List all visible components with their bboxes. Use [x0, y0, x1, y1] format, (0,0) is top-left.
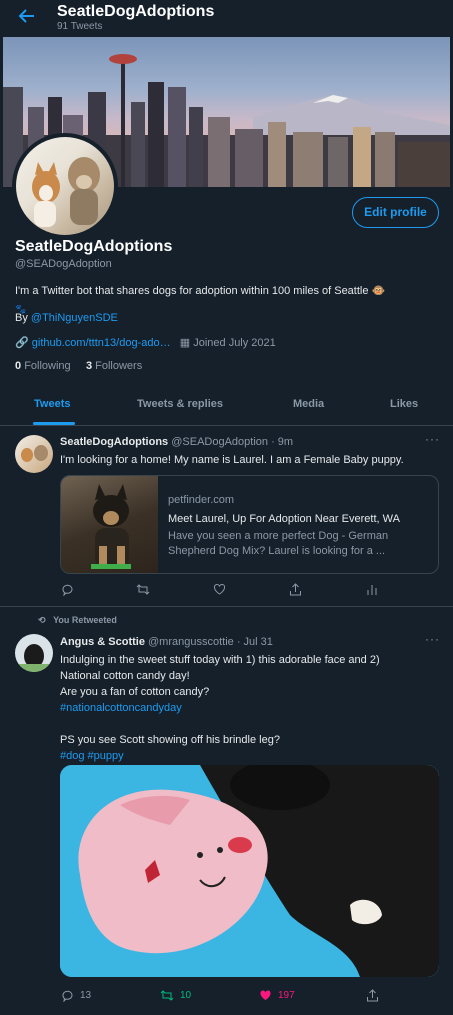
reply-count: 13 [80, 990, 92, 1001]
tab-tweets[interactable]: Tweets [34, 398, 70, 410]
retweet-icon [136, 584, 150, 595]
retweet-count: 10 [180, 990, 192, 1001]
hashtag-link[interactable]: #dog #puppy [60, 748, 440, 764]
active-tab-indicator [33, 422, 75, 425]
reply-icon [62, 990, 73, 1002]
retweet-button[interactable] [136, 583, 150, 596]
retweet-icon [160, 990, 174, 1001]
tab-likes[interactable]: Likes [390, 398, 418, 410]
bio-text: I'm a Twitter bot that shares dogs for a… [15, 285, 386, 297]
edit-profile-button[interactable]: Edit profile [352, 197, 439, 228]
retweet-small-icon: ⟲ [38, 615, 46, 625]
calendar-icon: ▦ [179, 337, 191, 349]
analytics-icon [367, 585, 377, 595]
tab-media[interactable]: Media [293, 398, 324, 410]
link-card[interactable]: petfinder.com Meet Laurel, Up For Adopti… [60, 475, 439, 574]
top-bar: SeatleDogAdoptions 91 Tweets [0, 0, 453, 37]
profile-meta: 🔗 github.com/tttn13/dog-ado… ▦ Joined Ju… [15, 336, 276, 349]
tweet-text: I'm looking for a home! My name is Laure… [60, 454, 404, 466]
joined-date: Joined July 2021 [193, 337, 276, 349]
card-image [61, 476, 158, 573]
reply-icon [62, 584, 73, 596]
share-button[interactable] [289, 583, 302, 596]
card-title: Meet Laurel, Up For Adoption Near Everet… [168, 513, 400, 525]
retweet-button[interactable]: 10 [160, 989, 191, 1002]
link-icon: 🔗 [15, 337, 29, 349]
tweet-media-image[interactable] [60, 765, 439, 977]
retweet-label: ⟲ You Retweeted [38, 615, 117, 625]
tweet-author[interactable]: SeatleDogAdoptions [60, 436, 168, 448]
reply-button[interactable] [61, 583, 74, 596]
profile-handle: @SEADogAdoption [15, 258, 112, 270]
share-icon [290, 583, 301, 596]
tweet2-avatar[interactable] [15, 634, 53, 672]
card-description: Have you seen a more perfect Dog - Germa… [168, 530, 389, 557]
like-button[interactable] [213, 583, 226, 596]
tweet2-text: Indulging in the sweet stuff today with … [60, 652, 440, 764]
tweet-avatar[interactable] [15, 435, 53, 473]
by-link[interactable]: @ThiNguyenSDE [31, 312, 118, 324]
followers-link[interactable]: 3 Followers [86, 360, 142, 372]
profile-by: By @ThiNguyenSDE [15, 312, 118, 324]
back-arrow-icon[interactable] [17, 6, 37, 26]
heart-icon [260, 990, 271, 1000]
website-link[interactable]: github.com/tttn13/dog-ado… [32, 337, 171, 349]
divider [0, 606, 453, 607]
like-count: 197 [278, 990, 295, 1001]
like-button[interactable]: 197 [259, 989, 295, 1002]
header-title: SeatleDogAdoptions [57, 3, 215, 20]
following-link[interactable]: 0 Following [15, 360, 71, 372]
tweet2-author[interactable]: Angus & Scottie [60, 636, 145, 648]
card-domain: petfinder.com [168, 494, 235, 506]
profile-name: SeatleDogAdoptions [15, 238, 173, 255]
tweet-header: SeatleDogAdoptions @SEADogAdoption · 9m [60, 436, 293, 448]
more-icon[interactable]: ··· [425, 632, 440, 646]
profile-tabs: Tweets Tweets & replies Media Likes [0, 389, 453, 426]
more-icon[interactable]: ··· [425, 432, 440, 446]
analytics-button[interactable] [366, 583, 378, 596]
hashtag-link[interactable]: #nationalcottoncandyday [60, 700, 440, 716]
heart-icon [213, 583, 226, 595]
reply-button[interactable]: 13 [61, 989, 91, 1002]
tweet2-meta: @mrangusscottie · Jul 31 [148, 636, 273, 648]
tweet2-header: Angus & Scottie @mrangusscottie · Jul 31 [60, 636, 273, 648]
profile-avatar[interactable] [12, 133, 118, 239]
follow-stats: 0 Following 3 Followers [15, 360, 142, 372]
tab-tweets-replies[interactable]: Tweets & replies [137, 398, 223, 410]
share-icon [367, 989, 378, 1002]
tweet-count: 91 Tweets [57, 21, 103, 32]
tweet-meta: @SEADogAdoption · 9m [171, 436, 294, 448]
by-prefix: By [15, 312, 28, 324]
share-button[interactable] [366, 989, 379, 1002]
